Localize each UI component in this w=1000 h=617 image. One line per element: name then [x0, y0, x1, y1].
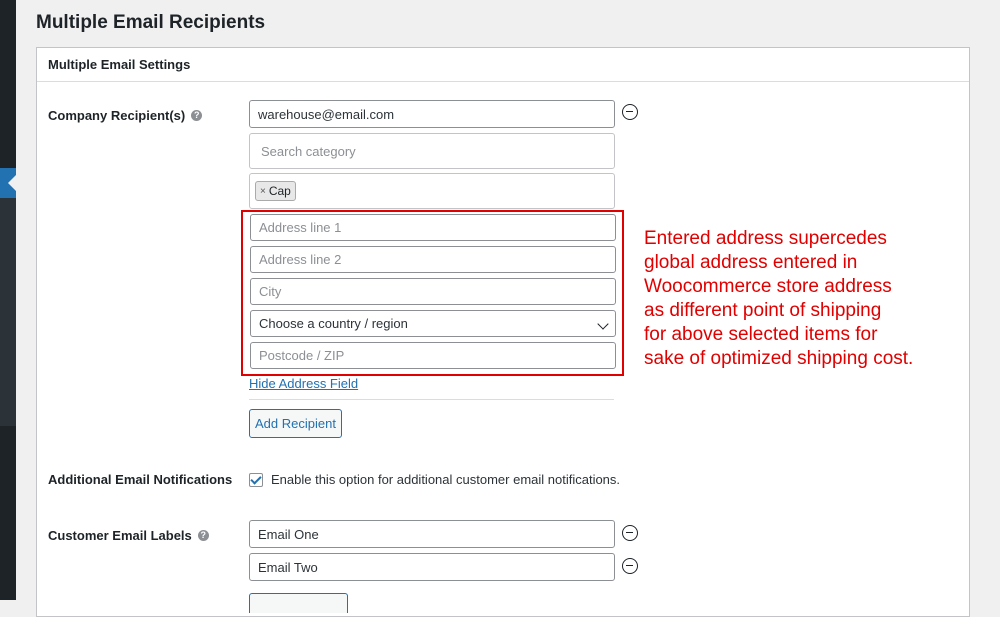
chevron-down-icon: [597, 318, 609, 330]
hide-address-link[interactable]: Hide Address Field: [249, 376, 358, 391]
customer-labels-label: Customer Email Labels: [48, 528, 192, 543]
admin-sidebar: [0, 0, 16, 600]
selected-category-box[interactable]: × Cap: [249, 173, 615, 209]
annotation-text: Entered address supercedes global addres…: [644, 227, 944, 371]
city-placeholder: City: [259, 284, 282, 299]
postcode-input[interactable]: Postcode / ZIP: [250, 342, 616, 369]
notifications-checkbox[interactable]: [249, 473, 263, 487]
minus-circle-icon[interactable]: [622, 558, 638, 574]
help-icon[interactable]: ?: [197, 530, 209, 541]
address-line2-placeholder: Address line 2: [259, 252, 342, 267]
city-input[interactable]: City: [250, 278, 616, 305]
email-label-value: Email One: [258, 526, 319, 542]
remove-tag-icon[interactable]: ×: [260, 186, 266, 197]
annotation-line: sake of optimized shipping cost.: [644, 348, 914, 369]
page-title: Multiple Email Recipients: [36, 12, 266, 33]
company-email-field[interactable]: warehouse@email.com: [249, 100, 615, 128]
admin-submenu: [0, 198, 16, 426]
category-tag[interactable]: × Cap: [255, 181, 296, 201]
annotation-line: Entered address supercedes: [644, 228, 887, 249]
add-recipient-button[interactable]: Add Recipient: [249, 409, 342, 438]
notifications-checkbox-label: Enable this option for additional custom…: [271, 472, 621, 487]
customer-labels-row-label: Customer Email Labels ?: [48, 528, 209, 543]
address-line1-input[interactable]: Address line 1: [250, 214, 616, 241]
panel-title: Multiple Email Settings: [37, 48, 969, 82]
email-label-field[interactable]: Email Two: [249, 553, 615, 581]
notifications-row-label: Additional Email Notifications: [48, 472, 232, 487]
company-email-value: warehouse@email.com: [258, 106, 395, 122]
section-divider: [249, 399, 614, 400]
help-icon[interactable]: ?: [191, 110, 203, 121]
email-label-value: Email Two: [258, 559, 318, 575]
company-recipients-row-label: Company Recipient(s) ?: [48, 108, 203, 123]
notifications-label: Additional Email Notifications: [48, 472, 233, 487]
category-tag-label: Cap: [268, 184, 291, 198]
country-select-value: Choose a country / region: [259, 316, 408, 331]
admin-menu-active-item[interactable]: [0, 168, 16, 198]
company-recipients-label: Company Recipient(s): [48, 108, 186, 123]
annotation-line: global address entered in: [644, 252, 858, 273]
email-label-field[interactable]: Email One: [249, 520, 615, 548]
address-line1-placeholder: Address line 1: [259, 220, 342, 235]
minus-circle-icon[interactable]: [622, 104, 638, 120]
minus-circle-icon[interactable]: [622, 525, 638, 541]
search-category-placeholder: Search category: [261, 143, 356, 159]
annotation-line: as different point of shipping: [644, 300, 882, 321]
postcode-placeholder: Postcode / ZIP: [259, 348, 345, 363]
annotation-line: Woocommerce store address: [644, 276, 892, 297]
address-line2-input[interactable]: Address line 2: [250, 246, 616, 273]
search-category-input[interactable]: Search category: [249, 133, 615, 169]
country-select[interactable]: Choose a country / region: [250, 310, 616, 337]
annotation-line: for above selected items for: [644, 324, 878, 345]
add-label-button-partial[interactable]: [249, 593, 348, 613]
